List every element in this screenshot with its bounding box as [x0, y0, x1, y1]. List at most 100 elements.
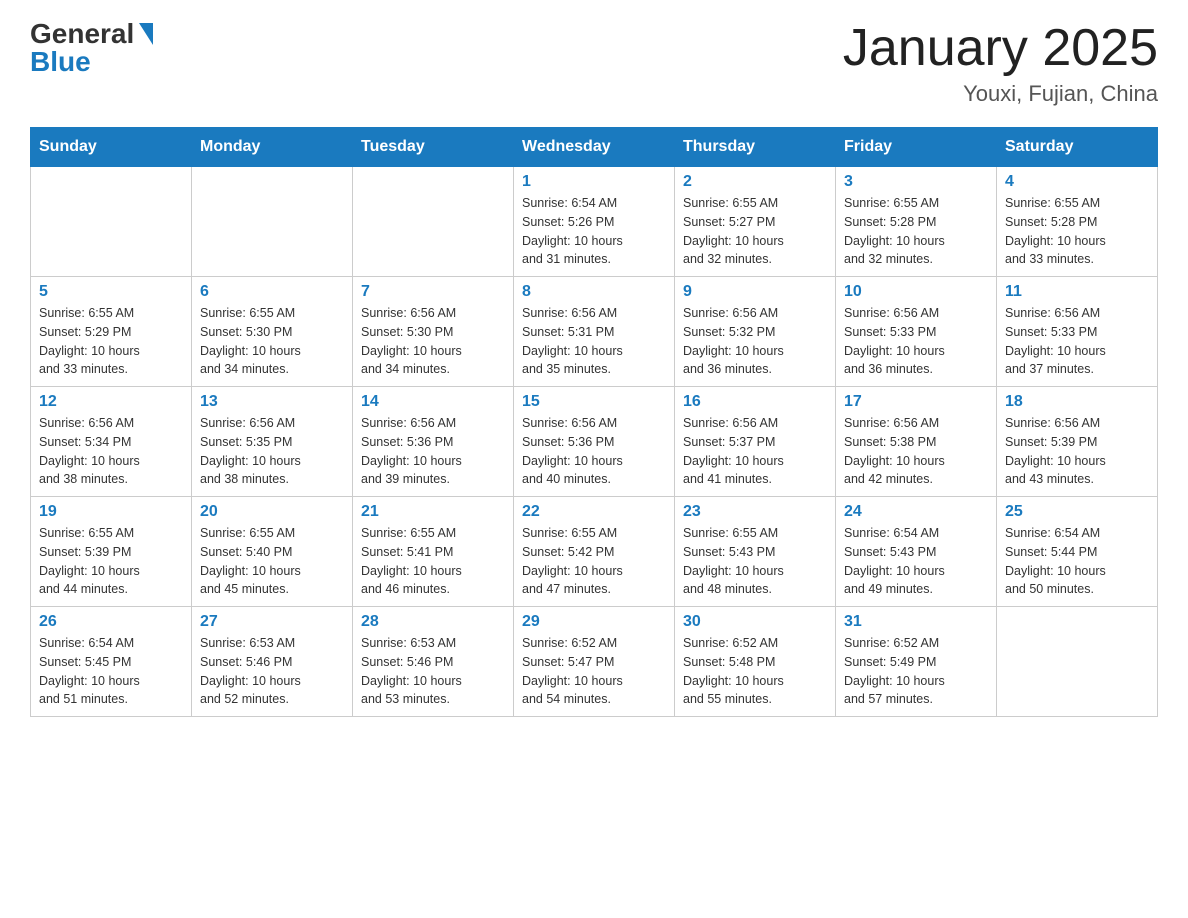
calendar-cell: 22 Sunrise: 6:55 AM Sunset: 5:42 PM Dayli…	[514, 497, 675, 607]
day-number: 21	[361, 503, 505, 521]
day-number: 24	[844, 503, 988, 521]
month-title: January 2025	[843, 20, 1158, 77]
calendar-cell: 13Sunrise: 6:56 AM Sunset: 5:35 PM Dayli…	[192, 387, 353, 497]
location-text: Youxi, Fujian, China	[843, 81, 1158, 107]
calendar-header-tuesday: Tuesday	[353, 128, 514, 167]
day-info: Sunrise: 6:56 AM Sunset: 5:34 PM Dayligh…	[39, 414, 183, 489]
calendar-cell: 21 Sunrise: 6:55 AM Sunset: 5:41 PM Dayli…	[353, 497, 514, 607]
calendar-cell: 16 Sunrise: 6:56 AM Sunset: 5:37 PM Dayli…	[675, 387, 836, 497]
calendar-cell: 10 Sunrise: 6:56 AM Sunset: 5:33 PM Dayli…	[836, 277, 997, 387]
day-number: 20	[200, 503, 344, 521]
day-number: 26	[39, 613, 183, 631]
calendar-cell: 5 Sunrise: 6:55 AM Sunset: 5:29 PM Daylig…	[31, 277, 192, 387]
calendar-cell	[192, 167, 353, 277]
calendar-week-4: 19Sunrise: 6:55 AM Sunset: 5:39 PM Dayli…	[31, 497, 1158, 607]
calendar-cell: 4 Sunrise: 6:55 AM Sunset: 5:28 PM Daylig…	[997, 167, 1158, 277]
day-info: Sunrise: 6:55 AM Sunset: 5:41 PM Dayligh…	[361, 524, 505, 599]
calendar-cell: 9 Sunrise: 6:56 AM Sunset: 5:32 PM Daylig…	[675, 277, 836, 387]
day-number: 5	[39, 283, 183, 301]
day-number: 3	[844, 173, 988, 191]
day-info: Sunrise: 6:56 AM Sunset: 5:39 PM Dayligh…	[1005, 414, 1149, 489]
calendar-header-saturday: Saturday	[997, 128, 1158, 167]
calendar-cell: 11 Sunrise: 6:56 AM Sunset: 5:33 PM Dayli…	[997, 277, 1158, 387]
day-info: Sunrise: 6:55 AM Sunset: 5:43 PM Dayligh…	[683, 524, 827, 599]
calendar-header-sunday: Sunday	[31, 128, 192, 167]
day-number: 13	[200, 393, 344, 411]
day-info: Sunrise: 6:56 AM Sunset: 5:36 PM Dayligh…	[361, 414, 505, 489]
day-number: 4	[1005, 173, 1149, 191]
day-info: Sunrise: 6:55 AM Sunset: 5:30 PM Dayligh…	[200, 304, 344, 379]
day-number: 29	[522, 613, 666, 631]
calendar-cell: 3 Sunrise: 6:55 AM Sunset: 5:28 PM Daylig…	[836, 167, 997, 277]
day-number: 1	[522, 173, 666, 191]
day-info: Sunrise: 6:56 AM Sunset: 5:37 PM Dayligh…	[683, 414, 827, 489]
page-header: General Blue January 2025 Youxi, Fujian,…	[30, 20, 1158, 107]
day-info: Sunrise: 6:55 AM Sunset: 5:42 PM Dayligh…	[522, 524, 666, 599]
day-info: Sunrise: 6:55 AM Sunset: 5:28 PM Dayligh…	[1005, 194, 1149, 269]
day-number: 31	[844, 613, 988, 631]
day-number: 22	[522, 503, 666, 521]
day-number: 25	[1005, 503, 1149, 521]
day-number: 23	[683, 503, 827, 521]
calendar-cell	[31, 167, 192, 277]
day-info: Sunrise: 6:56 AM Sunset: 5:31 PM Dayligh…	[522, 304, 666, 379]
day-info: Sunrise: 6:54 AM Sunset: 5:26 PM Dayligh…	[522, 194, 666, 269]
calendar-week-1: 1 Sunrise: 6:54 AM Sunset: 5:26 PM Daylig…	[31, 167, 1158, 277]
calendar-cell: 15 Sunrise: 6:56 AM Sunset: 5:36 PM Dayli…	[514, 387, 675, 497]
logo-general-text: General	[30, 20, 134, 48]
day-number: 14	[361, 393, 505, 411]
day-number: 27	[200, 613, 344, 631]
day-info: Sunrise: 6:55 AM Sunset: 5:29 PM Dayligh…	[39, 304, 183, 379]
day-number: 10	[844, 283, 988, 301]
title-block: January 2025 Youxi, Fujian, China	[843, 20, 1158, 107]
day-number: 19	[39, 503, 183, 521]
calendar-cell: 29 Sunrise: 6:52 AM Sunset: 5:47 PM Dayli…	[514, 607, 675, 717]
calendar-cell: 19Sunrise: 6:55 AM Sunset: 5:39 PM Dayli…	[31, 497, 192, 607]
day-number: 6	[200, 283, 344, 301]
calendar-cell: 1 Sunrise: 6:54 AM Sunset: 5:26 PM Daylig…	[514, 167, 675, 277]
day-info: Sunrise: 6:54 AM Sunset: 5:44 PM Dayligh…	[1005, 524, 1149, 599]
day-number: 17	[844, 393, 988, 411]
day-info: Sunrise: 6:55 AM Sunset: 5:28 PM Dayligh…	[844, 194, 988, 269]
calendar-week-2: 5 Sunrise: 6:55 AM Sunset: 5:29 PM Daylig…	[31, 277, 1158, 387]
calendar-header-thursday: Thursday	[675, 128, 836, 167]
day-info: Sunrise: 6:56 AM Sunset: 5:33 PM Dayligh…	[844, 304, 988, 379]
calendar-table: SundayMondayTuesdayWednesdayThursdayFrid…	[30, 127, 1158, 717]
calendar-cell: 28Sunrise: 6:53 AM Sunset: 5:46 PM Dayli…	[353, 607, 514, 717]
calendar-cell: 26Sunrise: 6:54 AM Sunset: 5:45 PM Dayli…	[31, 607, 192, 717]
day-number: 8	[522, 283, 666, 301]
calendar-cell: 18 Sunrise: 6:56 AM Sunset: 5:39 PM Dayli…	[997, 387, 1158, 497]
day-info: Sunrise: 6:56 AM Sunset: 5:36 PM Dayligh…	[522, 414, 666, 489]
calendar-cell: 25 Sunrise: 6:54 AM Sunset: 5:44 PM Dayli…	[997, 497, 1158, 607]
calendar-header-row: SundayMondayTuesdayWednesdayThursdayFrid…	[31, 128, 1158, 167]
calendar-cell: 27Sunrise: 6:53 AM Sunset: 5:46 PM Dayli…	[192, 607, 353, 717]
calendar-header-wednesday: Wednesday	[514, 128, 675, 167]
day-number: 9	[683, 283, 827, 301]
day-number: 18	[1005, 393, 1149, 411]
calendar-cell: 8 Sunrise: 6:56 AM Sunset: 5:31 PM Daylig…	[514, 277, 675, 387]
day-number: 16	[683, 393, 827, 411]
calendar-cell: 7Sunrise: 6:56 AM Sunset: 5:30 PM Daylig…	[353, 277, 514, 387]
day-number: 12	[39, 393, 183, 411]
day-info: Sunrise: 6:56 AM Sunset: 5:32 PM Dayligh…	[683, 304, 827, 379]
calendar-week-5: 26Sunrise: 6:54 AM Sunset: 5:45 PM Dayli…	[31, 607, 1158, 717]
day-info: Sunrise: 6:52 AM Sunset: 5:47 PM Dayligh…	[522, 634, 666, 709]
calendar-cell: 6 Sunrise: 6:55 AM Sunset: 5:30 PM Daylig…	[192, 277, 353, 387]
calendar-cell: 14 Sunrise: 6:56 AM Sunset: 5:36 PM Dayli…	[353, 387, 514, 497]
calendar-cell: 20 Sunrise: 6:55 AM Sunset: 5:40 PM Dayli…	[192, 497, 353, 607]
day-info: Sunrise: 6:55 AM Sunset: 5:27 PM Dayligh…	[683, 194, 827, 269]
calendar-cell	[997, 607, 1158, 717]
day-number: 2	[683, 173, 827, 191]
day-info: Sunrise: 6:52 AM Sunset: 5:48 PM Dayligh…	[683, 634, 827, 709]
day-info: Sunrise: 6:56 AM Sunset: 5:33 PM Dayligh…	[1005, 304, 1149, 379]
day-info: Sunrise: 6:55 AM Sunset: 5:40 PM Dayligh…	[200, 524, 344, 599]
day-info: Sunrise: 6:56 AM Sunset: 5:30 PM Dayligh…	[361, 304, 505, 379]
calendar-cell: 12 Sunrise: 6:56 AM Sunset: 5:34 PM Dayli…	[31, 387, 192, 497]
day-number: 11	[1005, 283, 1149, 301]
day-info: Sunrise: 6:52 AM Sunset: 5:49 PM Dayligh…	[844, 634, 988, 709]
calendar-cell: 17Sunrise: 6:56 AM Sunset: 5:38 PM Dayli…	[836, 387, 997, 497]
day-number: 15	[522, 393, 666, 411]
logo-triangle-icon	[139, 23, 153, 45]
calendar-cell: 30Sunrise: 6:52 AM Sunset: 5:48 PM Dayli…	[675, 607, 836, 717]
calendar-cell: 23 Sunrise: 6:55 AM Sunset: 5:43 PM Dayli…	[675, 497, 836, 607]
